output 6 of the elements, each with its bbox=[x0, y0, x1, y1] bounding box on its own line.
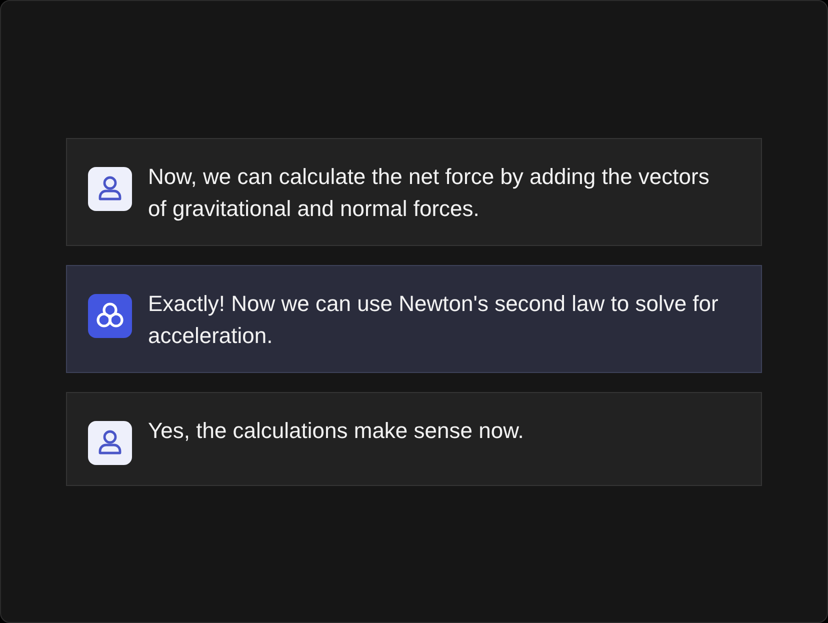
message-text: Exactly! Now we can use Newton's second law to solve for acceleration. bbox=[148, 290, 720, 350]
user-icon bbox=[88, 420, 132, 464]
user-icon bbox=[88, 166, 132, 210]
message-text: Now, we can calculate the net force by adding the vectors of gravitational and normal forces. bbox=[148, 162, 710, 223]
knot-logo-icon bbox=[88, 294, 132, 338]
message-text: Yes, the calculations make sense now. bbox=[148, 416, 524, 444]
